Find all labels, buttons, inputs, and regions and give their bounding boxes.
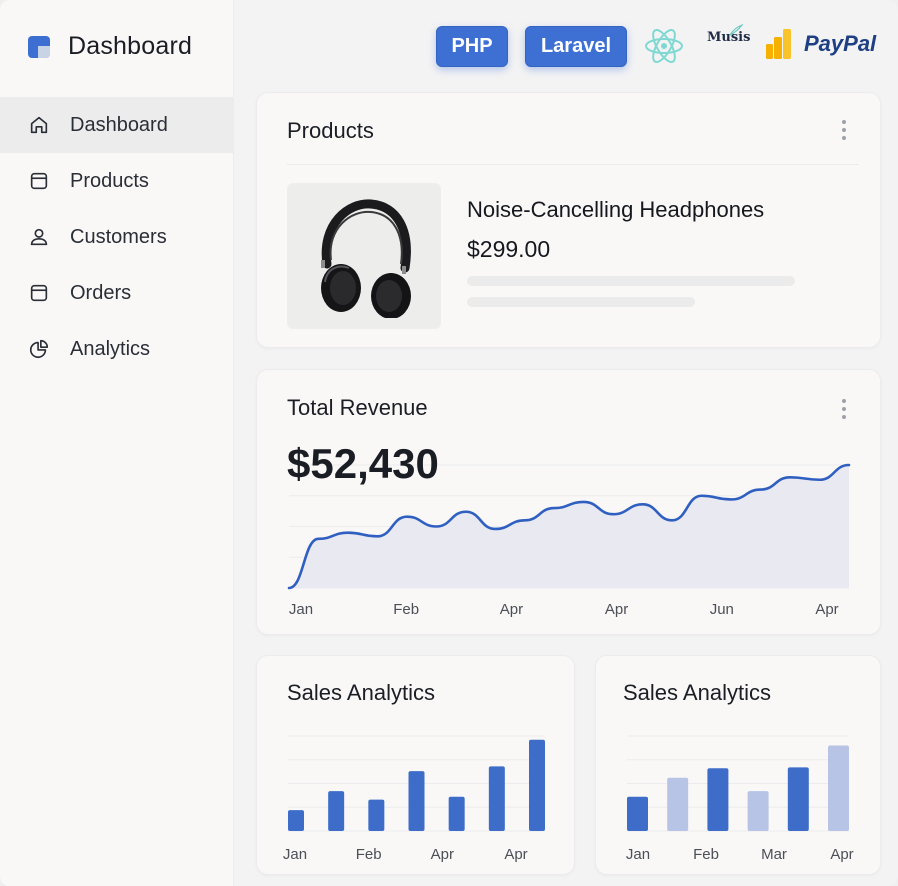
box-icon xyxy=(28,282,50,304)
sales-title: Sales Analytics xyxy=(623,680,771,705)
bar xyxy=(627,796,648,831)
laravel-badge[interactable]: Laravel xyxy=(525,26,627,67)
user-icon xyxy=(28,226,50,248)
x-tick-label: Feb xyxy=(393,601,419,618)
more-options-icon[interactable] xyxy=(842,120,846,144)
bar xyxy=(787,767,809,831)
x-tick-label: Apr xyxy=(605,601,628,618)
paypal-logo: PayPal xyxy=(766,28,876,60)
x-tick-label: Feb xyxy=(356,846,382,863)
bar xyxy=(529,739,545,831)
x-tick-label: Mar xyxy=(761,846,787,863)
x-tick-label: Jun xyxy=(710,601,734,618)
bar xyxy=(488,766,505,831)
product-name[interactable]: Noise-Cancelling Headphones xyxy=(467,197,764,223)
x-tick-label: Apr xyxy=(815,601,838,618)
headphones-image xyxy=(321,199,411,318)
revenue-value: $52,430 xyxy=(287,440,439,487)
revenue-card: Jan Feb Apr Apr Jun Apr Total Revenue $52,430 xyxy=(256,369,881,635)
bar xyxy=(667,777,689,831)
products-title: Products xyxy=(287,118,374,143)
home-icon xyxy=(28,114,50,136)
sidebar-item-dashboard[interactable]: Dashboard xyxy=(0,97,234,153)
react-logo-icon xyxy=(645,29,683,63)
sales-title: Sales Analytics xyxy=(287,680,435,705)
brand[interactable]: Dashboard xyxy=(28,32,192,61)
bar xyxy=(288,810,304,831)
x-tick-label: Jan xyxy=(626,846,650,863)
product-price: $299.00 xyxy=(467,236,551,262)
sidebar-nav: Dashboard Products Customers Orders Anal… xyxy=(0,97,234,377)
sidebar-item-analytics[interactable]: Analytics xyxy=(0,321,234,377)
divider xyxy=(287,164,859,165)
brand-logo-icon xyxy=(28,35,50,58)
revenue-title: Total Revenue xyxy=(287,395,428,420)
bar xyxy=(408,771,425,831)
skeleton-line xyxy=(467,297,695,307)
bar xyxy=(328,791,345,831)
php-badge[interactable]: PHP xyxy=(436,26,508,67)
skeleton-line xyxy=(467,276,795,286)
x-tick-label: Apr xyxy=(500,601,523,618)
sidebar-item-label: Analytics xyxy=(70,337,151,360)
x-tick-label: Jan xyxy=(283,846,307,863)
app-window: Dashboard Dashboard Products Customers O… xyxy=(0,0,898,886)
bar xyxy=(368,799,385,831)
bar xyxy=(448,796,465,831)
sidebar-item-products[interactable]: Products xyxy=(0,153,234,209)
box-icon xyxy=(28,170,50,192)
sidebar-item-label: Customers xyxy=(70,225,167,248)
sales-analytics-card: Jan Feb Apr Apr Sales Analytics xyxy=(256,655,575,875)
brand-title: Dashboard xyxy=(68,32,193,60)
more-options-icon[interactable] xyxy=(842,399,846,423)
sidebar-item-label: Products xyxy=(70,169,149,192)
bar xyxy=(747,791,769,831)
sidebar: Dashboard Dashboard Products Customers O… xyxy=(0,0,234,886)
bar xyxy=(707,768,729,831)
bar xyxy=(828,745,849,831)
sidebar-item-customers[interactable]: Customers xyxy=(0,209,234,265)
sidebar-item-label: Orders xyxy=(70,281,132,304)
product-image[interactable] xyxy=(287,183,441,329)
x-tick-label: Apr xyxy=(504,846,527,863)
sidebar-item-label: Dashboard xyxy=(70,113,168,136)
sidebar-item-orders[interactable]: Orders xyxy=(0,265,234,321)
x-tick-label: Feb xyxy=(693,846,719,863)
paypal-bars-icon xyxy=(766,29,791,59)
x-tick-label: Jan xyxy=(289,601,313,618)
sales-analytics-card: Jan Feb Mar Apr Sales Analytics xyxy=(595,655,881,875)
pie-chart-icon xyxy=(28,338,50,360)
musis-logo: Musis xyxy=(707,24,750,45)
products-card: Products Noise-Cancelling Headphones $29… xyxy=(256,92,881,348)
feather-icon xyxy=(729,24,743,36)
x-tick-label: Apr xyxy=(830,846,853,863)
x-tick-label: Apr xyxy=(431,846,454,863)
